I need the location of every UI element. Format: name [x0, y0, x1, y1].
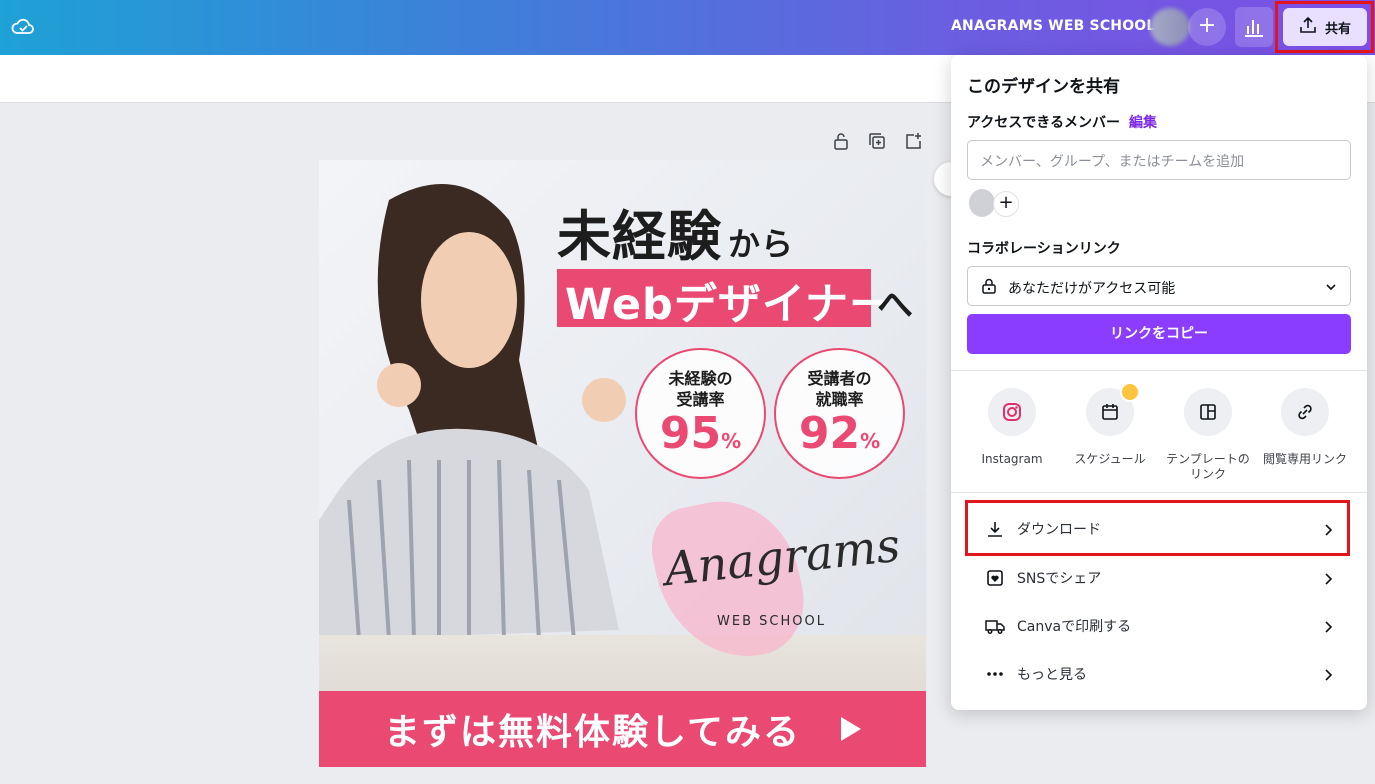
stat-circle-1: 未経験の 受講率 95%: [635, 348, 766, 479]
share-button[interactable]: 共有: [1283, 8, 1367, 46]
share-button-label: 共有: [1324, 21, 1351, 37]
analytics-button[interactable]: [1235, 7, 1273, 47]
stat-value: 95%: [637, 410, 764, 465]
add-page-icon[interactable]: [902, 130, 924, 152]
page-tools: [830, 130, 924, 152]
cta-banner: まずは無料体験してみる: [319, 691, 926, 767]
download-highlight-box: [965, 500, 1350, 556]
chevron-down-icon: [1324, 279, 1338, 293]
logo-subtitle: WEB SCHOOL: [717, 614, 826, 629]
access-level-select[interactable]: あなただけがアクセス可能: [967, 266, 1351, 306]
cta-text: まずは無料体験してみる: [384, 712, 801, 753]
headline-main: 未経験 から: [557, 192, 794, 271]
share-option-label: Instagram: [963, 452, 1061, 467]
lock-icon: [980, 277, 998, 295]
calendar-icon: [1086, 382, 1140, 436]
stat-circle-2: 受講者の 就職率 92%: [774, 348, 905, 479]
share-option-schedule[interactable]: スケジュール: [1061, 382, 1159, 467]
chevron-right-icon: [1321, 667, 1335, 681]
share-panel: このデザインを共有 アクセスできるメンバー 編集 メンバー、グループ、またはチー…: [951, 55, 1367, 710]
divider: [951, 492, 1367, 493]
copy-link-button[interactable]: リンクをコピー: [967, 314, 1351, 354]
headline-pink-text: Webデザイナー: [565, 280, 893, 330]
share-option-label-line1: テンプレートの: [1166, 452, 1250, 466]
edit-members-link[interactable]: 編集: [1129, 112, 1157, 132]
stat-number: 95: [659, 408, 722, 459]
member-search-input[interactable]: メンバー、グループ、またはチームを追加: [967, 140, 1351, 180]
collab-link-label: コラボレーションリンク: [967, 241, 1121, 257]
top-bar: ANAGRAMS WEB SCHOOL + 共有: [0, 0, 1375, 55]
share-option-label-line1: スケジュール: [1074, 452, 1146, 466]
share-option-label: テンプレートの リンク: [1159, 452, 1257, 482]
panel-title: このデザインを共有: [967, 77, 1120, 97]
more-label: もっと見る: [1017, 667, 1087, 683]
play-arrow-icon: [840, 717, 861, 741]
print-label: Canvaで印刷する: [1017, 619, 1132, 635]
stat-unit: %: [721, 429, 742, 453]
share-option-label: 閲覧専用リンク: [1256, 452, 1354, 467]
template-icon: [1184, 388, 1232, 436]
lock-page-icon[interactable]: [830, 130, 852, 152]
members-label: アクセスできるメンバー: [967, 115, 1121, 131]
stat-value: 92%: [776, 410, 903, 465]
share-option-instagram[interactable]: Instagram: [963, 388, 1061, 467]
share-option-label-line1: Instagram: [981, 452, 1043, 466]
heart-icon: [985, 568, 1005, 588]
duplicate-page-icon[interactable]: [866, 130, 888, 152]
cloud-saved-icon[interactable]: [10, 14, 36, 40]
stat-label-line2: 就職率: [815, 390, 864, 409]
crown-icon: [1120, 382, 1140, 402]
stat-label: 受講者の 就職率: [776, 368, 903, 410]
design-canvas[interactable]: 未経験 から Webデザイナー へ 未経験の 受講率 95% 受講者の 就職率 9…: [319, 160, 926, 767]
print-row[interactable]: Canvaで印刷する: [967, 602, 1351, 650]
add-member-button[interactable]: +: [993, 191, 1019, 217]
share-option-view-only-link[interactable]: 閲覧専用リンク: [1256, 388, 1354, 467]
headline-small: から: [728, 225, 795, 263]
access-level-value: あなただけがアクセス可能: [1008, 281, 1176, 297]
headline-suffix: へ: [877, 285, 914, 326]
share-option-template-link[interactable]: テンプレートの リンク: [1159, 388, 1257, 482]
add-collaborator-button[interactable]: +: [1188, 8, 1226, 46]
stat-label: 未経験の 受講率: [637, 368, 764, 410]
user-avatar[interactable]: [1150, 8, 1190, 46]
chevron-right-icon: [1321, 619, 1335, 633]
sns-share-row[interactable]: SNSでシェア: [967, 554, 1351, 602]
link-icon: [1281, 388, 1329, 436]
headline-main-text: 未経験: [557, 205, 722, 268]
stat-number: 92: [798, 408, 861, 459]
truck-icon: [985, 616, 1005, 636]
share-option-label-line2: リンク: [1189, 467, 1226, 481]
share-option-label: スケジュール: [1061, 452, 1159, 467]
sns-share-label: SNSでシェア: [1017, 571, 1102, 587]
stat-label-line1: 未経験の: [668, 369, 733, 388]
stat-label-line2: 受講率: [676, 390, 725, 409]
share-option-label-line1: 閲覧専用リンク: [1262, 452, 1347, 466]
member-avatar: [969, 189, 995, 217]
more-row[interactable]: もっと見る: [967, 650, 1351, 698]
upload-icon: [1299, 16, 1317, 38]
instagram-icon: [988, 388, 1036, 436]
team-name[interactable]: ANAGRAMS WEB SCHOOL: [951, 18, 1156, 34]
divider: [951, 370, 1367, 371]
share-button-highlight: 共有: [1275, 1, 1374, 53]
chevron-right-icon: [1321, 571, 1335, 585]
stat-label-line1: 受講者の: [807, 369, 872, 388]
stat-unit: %: [860, 429, 881, 453]
more-icon: [985, 664, 1005, 684]
